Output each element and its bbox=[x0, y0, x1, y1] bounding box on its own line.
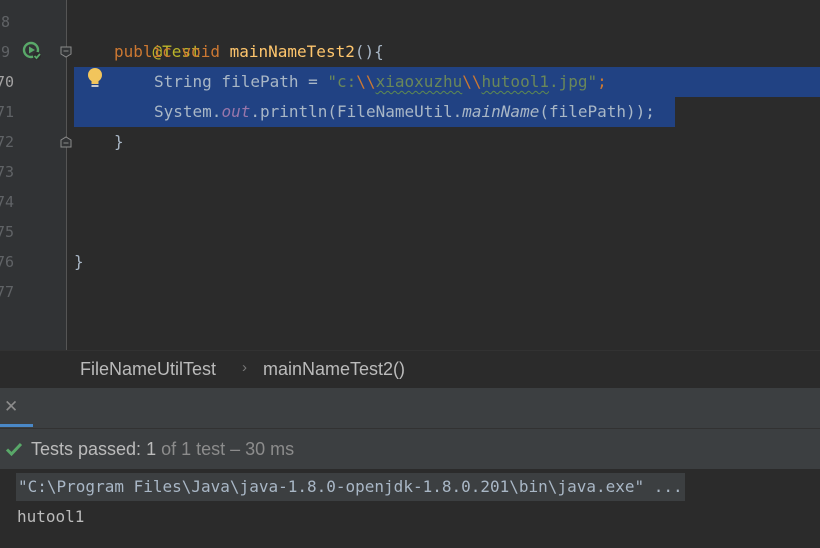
line-number: 8 bbox=[0, 13, 10, 31]
string-token: xiaoxuzhu bbox=[375, 72, 463, 91]
fold-icon[interactable] bbox=[60, 46, 72, 58]
escape-token: \\ bbox=[356, 72, 376, 91]
string-token: hutool1 bbox=[481, 72, 549, 91]
run-test-icon[interactable] bbox=[22, 41, 42, 61]
string-token: "c: bbox=[327, 72, 357, 91]
code-line-method-signature: public void mainNameTest2(){ bbox=[74, 37, 384, 67]
punctuation-token: (){ bbox=[354, 42, 384, 61]
declaration-token: String filePath = bbox=[154, 72, 328, 91]
code-token: System. bbox=[154, 102, 222, 121]
line-number: 9 bbox=[0, 43, 10, 61]
code-line-annotation: @Test bbox=[74, 7, 201, 61]
brace-token: } bbox=[114, 132, 124, 151]
breadcrumb-separator: › bbox=[242, 359, 247, 376]
breadcrumb-class[interactable]: FileNameUtilTest bbox=[80, 359, 216, 380]
method-name-token: mainNameTest2 bbox=[229, 42, 355, 61]
line-number: 75 bbox=[0, 223, 15, 241]
status-label: Tests passed: bbox=[31, 439, 147, 459]
console-command-line[interactable]: "C:\Program Files\Java\java-1.8.0-openjd… bbox=[16, 473, 685, 501]
brace-token: } bbox=[74, 252, 84, 271]
line-number: 70 bbox=[0, 73, 15, 91]
line-number: 77 bbox=[0, 283, 15, 301]
escape-token: \\ bbox=[462, 72, 482, 91]
code-token: (filePath)); bbox=[539, 102, 655, 121]
code-line-close-class: } bbox=[74, 247, 84, 277]
check-icon bbox=[5, 442, 23, 457]
breadcrumb-method[interactable]: mainNameTest2() bbox=[263, 359, 405, 380]
status-detail: of 1 test – 30 ms bbox=[156, 439, 295, 459]
keyword-token: public bbox=[114, 42, 172, 61]
line-number: 72 bbox=[0, 133, 15, 151]
code-token: .println(FileNameUtil. bbox=[250, 102, 463, 121]
run-panel-toolbar: ✕ bbox=[0, 388, 820, 429]
console-output-line: hutool1 bbox=[17, 507, 85, 526]
code-line-filepath: String filePath = "c:\\xiaoxuzhu\\hutool… bbox=[74, 67, 607, 97]
static-method-token: mainName bbox=[462, 102, 540, 121]
code-line-println: System.out.println(FileNameUtil.mainName… bbox=[74, 97, 655, 127]
string-token: .jpg" bbox=[548, 72, 598, 91]
line-number: 73 bbox=[0, 163, 15, 181]
breadcrumb: FileNameUtilTest › mainNameTest2() bbox=[0, 350, 820, 389]
active-tab-indicator bbox=[0, 424, 33, 427]
passed-count: 1 bbox=[146, 439, 157, 459]
fold-end-icon[interactable] bbox=[60, 136, 72, 148]
line-number: 71 bbox=[0, 103, 15, 121]
field-token: out bbox=[221, 102, 251, 121]
semicolon-token: ; bbox=[597, 72, 607, 91]
line-number: 76 bbox=[0, 253, 15, 271]
console-output[interactable]: "C:\Program Files\Java\java-1.8.0-openjd… bbox=[0, 469, 820, 548]
code-editor[interactable]: 8 9 70 71 72 73 74 75 76 77 @Test public… bbox=[0, 0, 820, 350]
test-status-text: Tests passed: 1 of 1 test – 30 ms bbox=[31, 429, 294, 469]
line-number: 74 bbox=[0, 193, 15, 211]
test-status-bar: Tests passed: 1 of 1 test – 30 ms bbox=[0, 429, 820, 469]
code-line-close-method: } bbox=[74, 127, 124, 157]
keyword-token: void bbox=[181, 42, 220, 61]
close-icon[interactable]: ✕ bbox=[4, 398, 20, 416]
